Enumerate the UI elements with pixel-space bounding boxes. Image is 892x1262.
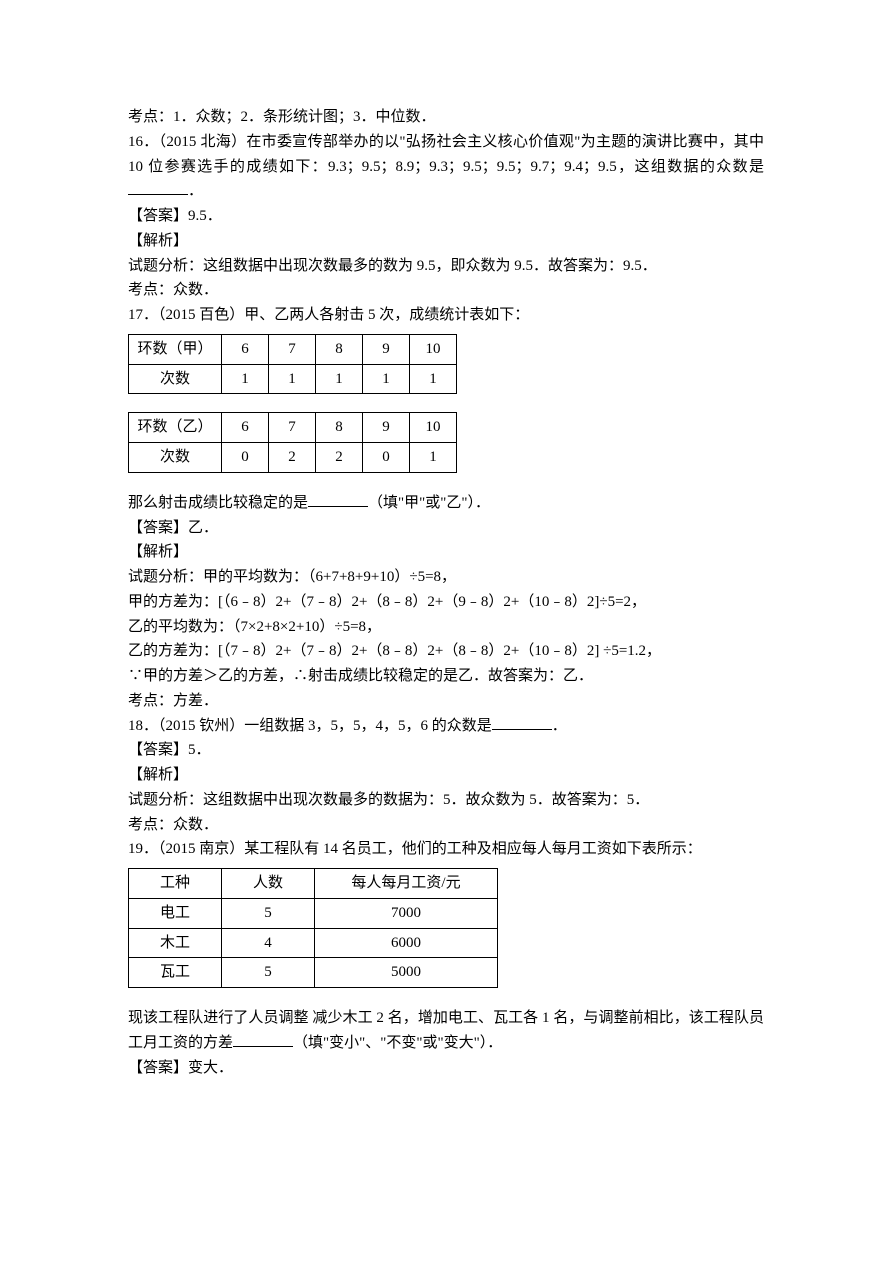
q17-kaodian: 考点：方差． [128,689,764,714]
table-row: 环数（乙） 6 7 8 9 10 [129,413,457,443]
cell: 4 [222,928,315,958]
table-row: 次数 0 2 2 0 1 [129,443,457,473]
cell: 木工 [129,928,222,958]
cell: 1 [363,364,410,394]
cell: 8 [316,334,363,364]
cell: 1 [269,364,316,394]
cell: 7000 [315,898,498,928]
cell: 每人每月工资/元 [315,869,498,899]
q16-blank [128,179,188,195]
cell: 6 [222,334,269,364]
cell: 10 [410,334,457,364]
q18-analysis: 试题分析：这组数据中出现次数最多的数据为：5．故众数为 5．故答案为：5． [128,788,764,813]
q17-text: 17．（2015 百色）甲、乙两人各射击 5 次，成绩统计表如下： [128,303,764,328]
q19-post-b: （填"变小"、"不变"或"变大"）． [293,1035,502,1051]
cell: 次数 [129,443,222,473]
q18-text-a: 18．（2015 钦州）一组数据 3，5，5，4，5，6 的众数是 [128,718,492,734]
cell: 5000 [315,958,498,988]
kaodian-top: 考点：1．众数；2．条形统计图；3．中位数． [128,105,764,130]
table-row: 电工 5 7000 [129,898,498,928]
cell: 工种 [129,869,222,899]
cell: 2 [316,443,363,473]
cell: 环数（乙） [129,413,222,443]
table-row: 工种 人数 每人每月工资/元 [129,869,498,899]
cell: 6 [222,413,269,443]
cell: 2 [269,443,316,473]
q17-table-yi: 环数（乙） 6 7 8 9 10 次数 0 2 2 0 1 [128,412,457,473]
q16-text: 16．（2015 北海）在市委宣传部举办的以"弘扬社会主义核心价值观"为主题的演… [128,130,764,204]
q17-jiexi: 【解析】 [128,540,764,565]
q18-text-b: ． [552,718,567,734]
q16-kaodian: 考点：众数． [128,278,764,303]
q19-blank [233,1031,293,1047]
cell: 1 [410,443,457,473]
cell: 1 [316,364,363,394]
cell: 5 [222,898,315,928]
q17-analysis2: 甲的方差为：[（6﹣8）2+（7﹣8）2+（8﹣8）2+（9﹣8）2+（10﹣8… [128,590,764,615]
q19-text: 19．（2015 南京）某工程队有 14 名员工，他们的工种及相应每人每月工资如… [128,837,764,862]
q16-analysis: 试题分析：这组数据中出现次数最多的数为 9.5，即众数为 9.5．故答案为：9.… [128,254,764,279]
q16-period: ． [188,183,203,199]
cell: 电工 [129,898,222,928]
cell: 9 [363,334,410,364]
q17-postline: 那么射击成绩比较稳定的是 （填"甲"或"乙"）． [128,491,764,516]
q18-kaodian: 考点：众数． [128,813,764,838]
q17-blank [308,491,368,507]
q17-table-jia: 环数（甲） 6 7 8 9 10 次数 1 1 1 1 1 [128,334,457,395]
q19-table: 工种 人数 每人每月工资/元 电工 5 7000 木工 4 6000 瓦工 5 … [128,868,498,988]
cell: 9 [363,413,410,443]
cell: 0 [222,443,269,473]
q18-jiexi: 【解析】 [128,763,764,788]
table-row: 木工 4 6000 [129,928,498,958]
q17-post-a: 那么射击成绩比较稳定的是 [128,495,308,511]
cell: 次数 [129,364,222,394]
cell: 1 [410,364,457,394]
cell: 10 [410,413,457,443]
table-row: 次数 1 1 1 1 1 [129,364,457,394]
q19-answer: 【答案】变大． [128,1056,764,1081]
q17-answer: 【答案】乙． [128,516,764,541]
q18-answer: 【答案】5． [128,738,764,763]
q17-analysis3: 乙的平均数为：（7×2+8×2+10）÷5=8， [128,615,764,640]
q16-body: 16．（2015 北海）在市委宣传部举办的以"弘扬社会主义核心价值观"为主题的演… [128,134,764,175]
cell: 6000 [315,928,498,958]
cell: 8 [316,413,363,443]
cell: 7 [269,334,316,364]
q18-blank [492,714,552,730]
cell: 7 [269,413,316,443]
cell: 0 [363,443,410,473]
table-row: 环数（甲） 6 7 8 9 10 [129,334,457,364]
cell: 1 [222,364,269,394]
q18-line: 18．（2015 钦州）一组数据 3，5，5，4，5，6 的众数是 ． [128,714,764,739]
q17-post-b: （填"甲"或"乙"）． [368,495,490,511]
q17-analysis1: 试题分析：甲的平均数为：（6+7+8+9+10）÷5=8， [128,565,764,590]
cell: 人数 [222,869,315,899]
q16-answer: 【答案】9.5． [128,204,764,229]
q16-jiexi: 【解析】 [128,229,764,254]
table-row: 瓦工 5 5000 [129,958,498,988]
cell: 瓦工 [129,958,222,988]
q17-analysis5: ∵甲的方差＞乙的方差，∴射击成绩比较稳定的是乙．故答案为：乙． [128,664,764,689]
cell: 5 [222,958,315,988]
q17-analysis4: 乙的方差为：[（7﹣8）2+（7﹣8）2+（8﹣8）2+（8﹣8）2+（10﹣8… [128,639,764,664]
cell: 环数（甲） [129,334,222,364]
q19-postline: 现该工程队进行了人员调整 减少木工 2 名，增加电工、瓦工各 1 名，与调整前相… [128,1006,764,1056]
